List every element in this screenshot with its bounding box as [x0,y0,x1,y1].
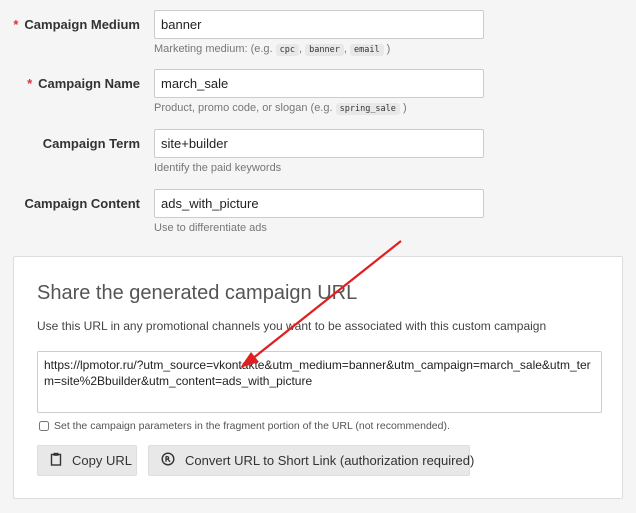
campaign-name-help-prefix: Product, promo code, or slogan (e.g. [154,102,336,114]
campaign-content-label: Campaign Content [24,196,140,211]
campaign-medium-input[interactable] [154,10,484,39]
fragment-checkbox-label: Set the campaign parameters in the fragm… [54,420,450,432]
short-link-button[interactable]: Convert URL to Short Link (authorization… [148,445,474,476]
campaign-medium-label-text: Campaign Medium [24,17,140,32]
campaign-name-label-text: Campaign Name [38,76,140,91]
share-url-panel: Share the generated campaign URL Use thi… [13,256,623,499]
copy-url-button[interactable]: Copy URL [37,445,137,476]
fragment-checkbox[interactable] [39,421,49,431]
share-url-title: Share the generated campaign URL [37,282,358,304]
campaign-name-label: * Campaign Name [0,76,140,91]
campaign-content-help: Use to differentiate ads [154,222,267,234]
campaign-name-help-suffix: ) [399,102,407,114]
short-link-label: Convert URL to Short Link (authorization… [185,453,475,468]
help-code-spring-sale: spring_sale [335,103,400,115]
required-mark: * [27,76,33,91]
link-shortener-icon [161,452,175,469]
campaign-content-input[interactable] [154,189,484,218]
required-mark: * [13,17,19,32]
help-code-email: email [349,44,384,56]
help-code-cpc: cpc [275,44,300,56]
share-url-description: Use this URL in any promotional channels… [37,319,547,333]
campaign-medium-help-suffix: ) [383,43,391,55]
campaign-name-help: Product, promo code, or slogan (e.g. spr… [154,102,407,115]
campaign-medium-label: * Campaign Medium [0,17,140,32]
generated-url-textarea[interactable]: https://lpmotor.ru/?utm_source=vkontakte… [37,351,602,413]
campaign-term-input[interactable] [154,129,484,158]
campaign-name-input[interactable] [154,69,484,98]
fragment-checkbox-row[interactable]: Set the campaign parameters in the fragm… [39,420,450,432]
campaign-medium-help-prefix: Marketing medium: (e.g. [154,43,276,55]
campaign-term-label: Campaign Term [42,136,140,151]
campaign-term-help: Identify the paid keywords [154,162,282,174]
clipboard-icon [50,452,62,469]
campaign-medium-help: Marketing medium: (e.g. cpc, banner, ema… [154,43,391,56]
copy-url-label: Copy URL [72,453,132,468]
help-code-banner: banner [305,44,344,56]
